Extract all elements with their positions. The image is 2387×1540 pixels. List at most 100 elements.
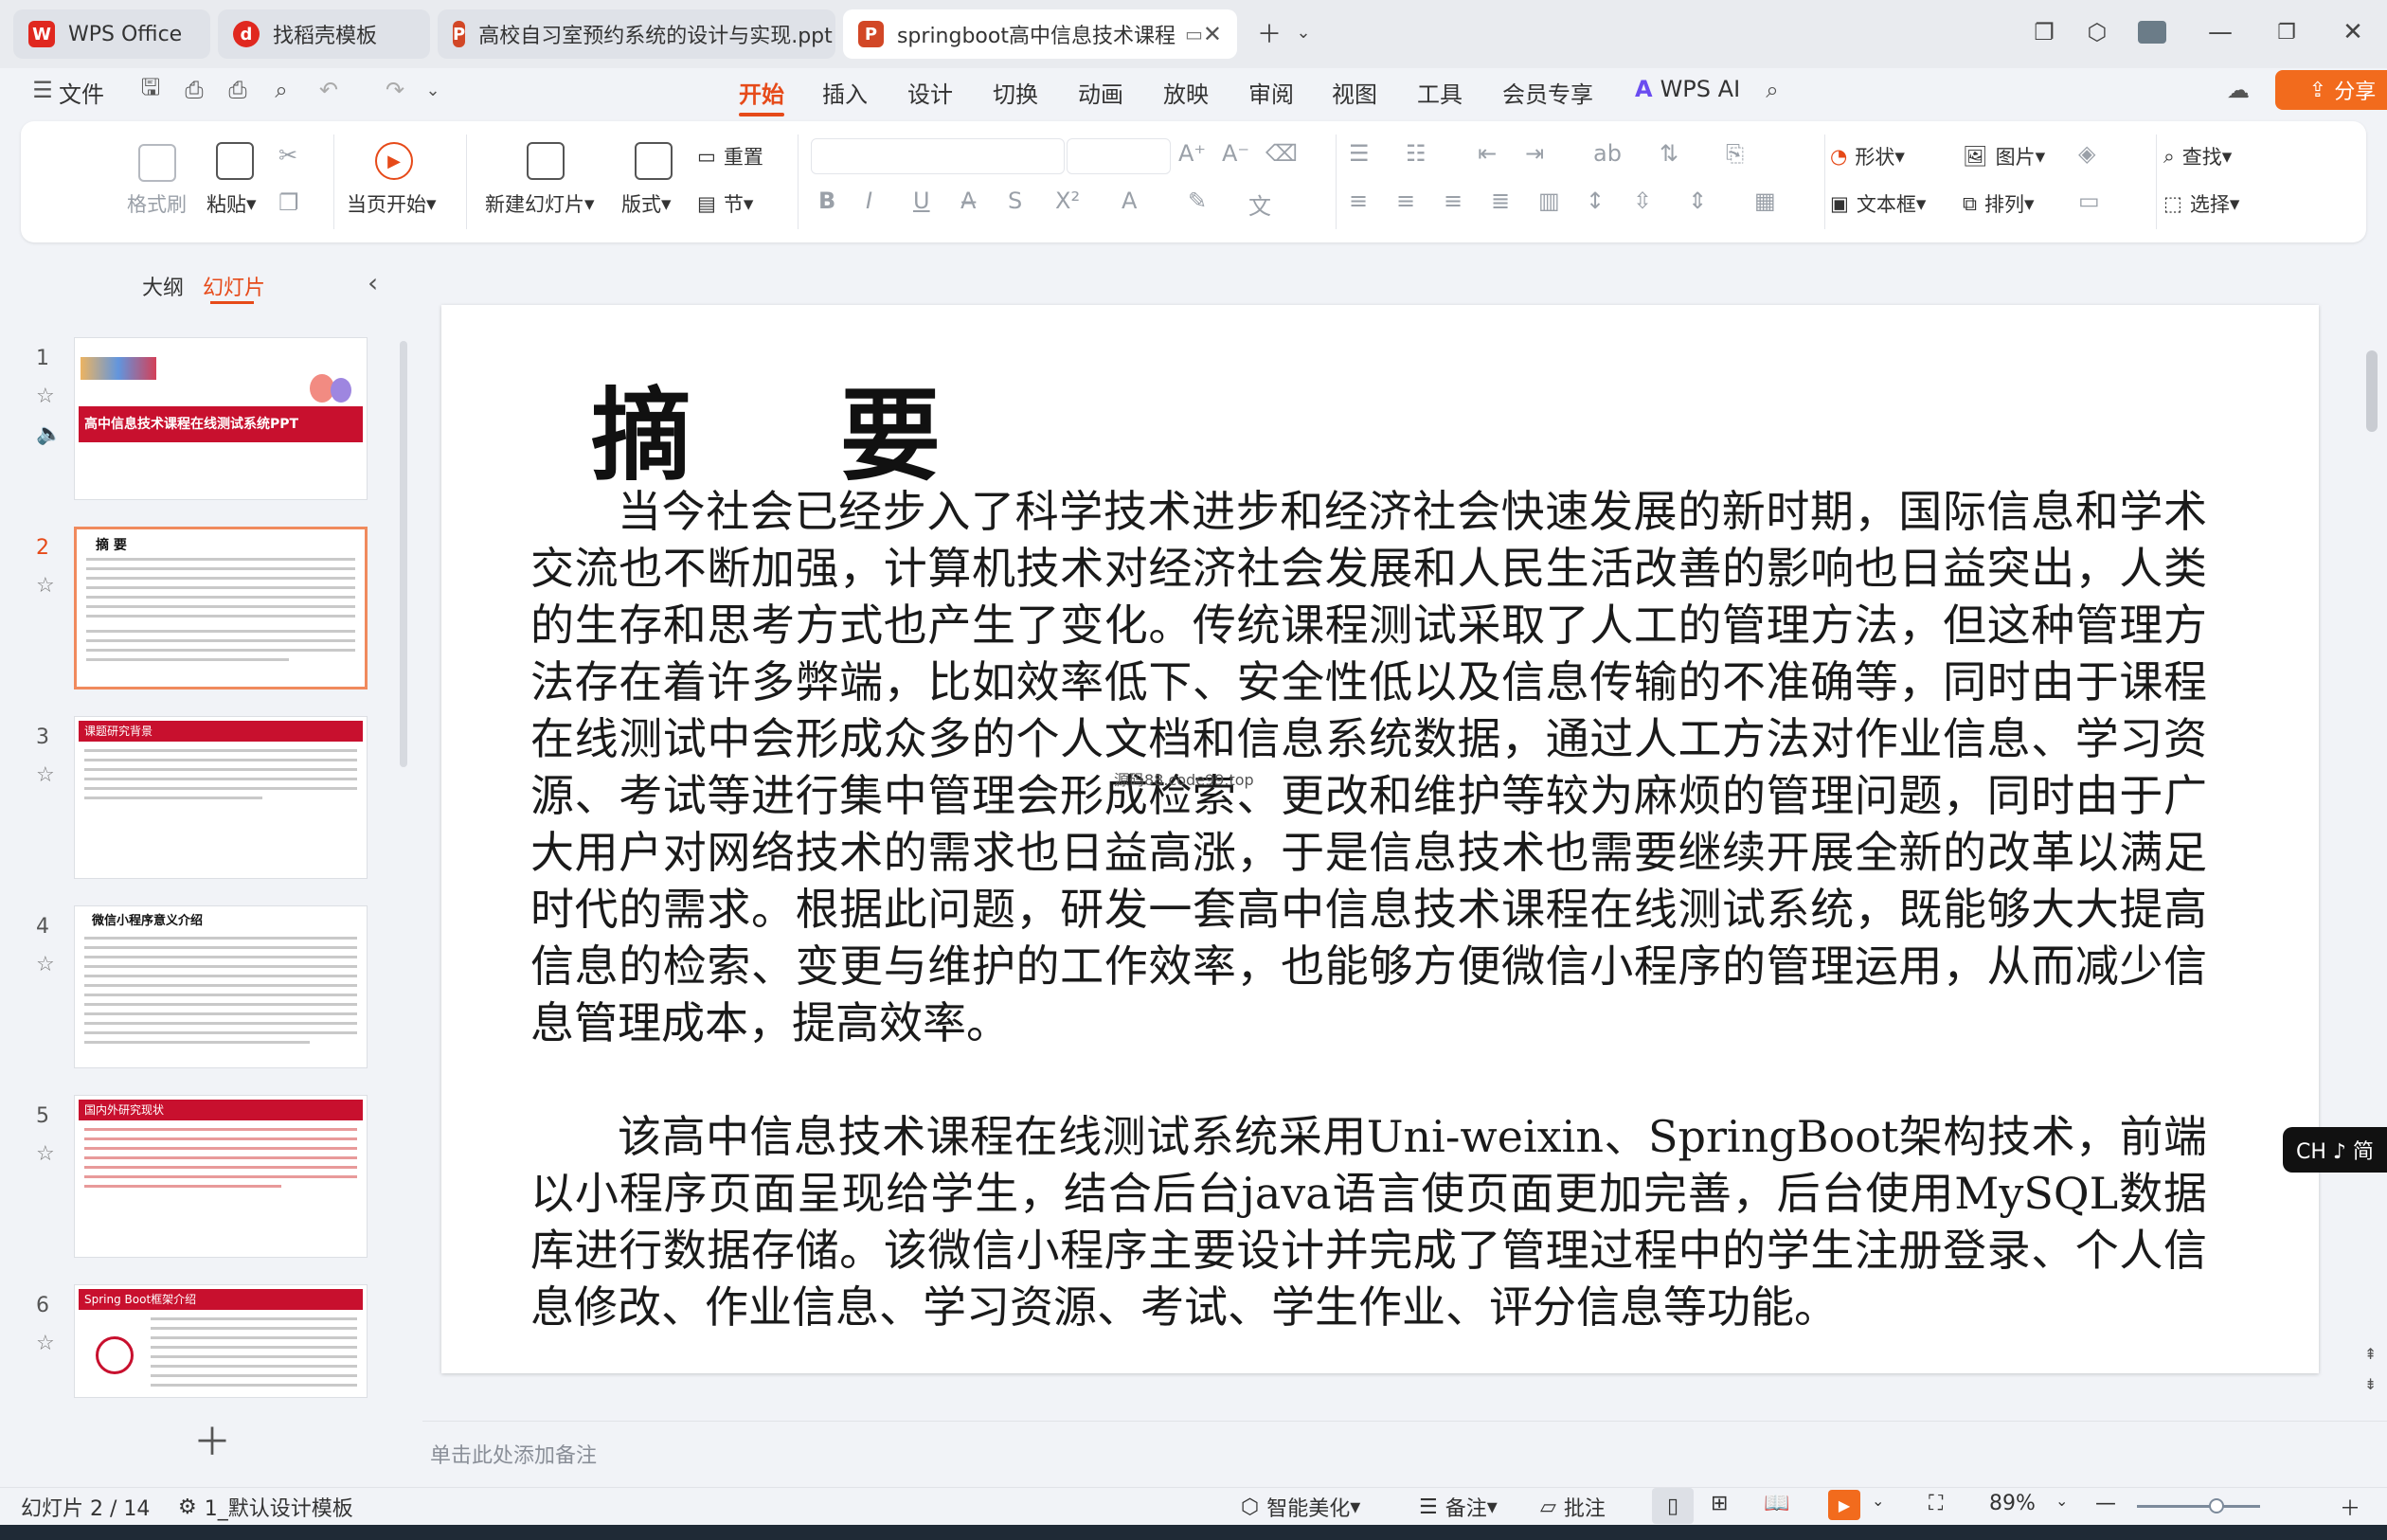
slide-scrollbar[interactable]	[2366, 350, 2378, 432]
italic-icon[interactable]: I	[866, 188, 872, 214]
tab-wps-office[interactable]: W WPS Office	[13, 9, 210, 59]
zoom-menu-icon[interactable]: ⌄	[2055, 1492, 2068, 1510]
tab-design[interactable]: 设计	[907, 76, 953, 109]
format-painter-button[interactable]: 格式刷	[127, 189, 187, 218]
share-button[interactable]: ⇪ 分享	[2275, 70, 2387, 110]
chevron-down-icon[interactable]: ⌄	[1284, 13, 1322, 51]
clear-format-icon[interactable]: ⌫	[1265, 140, 1298, 167]
window-list-icon[interactable]: ❐	[2025, 13, 2063, 51]
next-slide-icon[interactable]: ⇟	[2364, 1375, 2377, 1393]
cloud-upload-icon[interactable]: ☁	[2222, 74, 2254, 106]
new-tab-icon[interactable]: ＋	[1250, 13, 1288, 51]
star-icon[interactable]: ☆	[36, 385, 55, 408]
tab-ppt-1[interactable]: P 高校自习室预约系统的设计与实现.ppt	[438, 9, 835, 59]
notes-button[interactable]: ☰ 备注 ▾	[1419, 1492, 1498, 1522]
fill-icon[interactable]: ◈	[2078, 140, 2095, 167]
superscript-icon[interactable]: X²	[1055, 188, 1080, 214]
export-icon[interactable]: ⎙	[178, 74, 210, 106]
ime-indicator[interactable]: CH ♪ 简	[2283, 1127, 2387, 1173]
zoom-slider-track[interactable]	[2137, 1505, 2260, 1508]
tab-ppt-active[interactable]: P springboot高中信息技术课程 ▭ ✕	[843, 9, 1237, 59]
fit-window-icon[interactable]: ⛶	[1929, 1492, 1943, 1515]
arrange-button[interactable]: ⧉ 排列 ▾	[1963, 189, 2035, 218]
play-from-current-button[interactable]: 当页开始 ▾	[347, 189, 437, 218]
phonetic-icon[interactable]: 文	[1248, 188, 1271, 221]
file-menu[interactable]: 文件	[59, 76, 104, 109]
star-icon[interactable]: ☆	[36, 574, 55, 598]
shape-button[interactable]: ◔ 形状 ▾	[1830, 142, 1905, 170]
sorter-view-icon[interactable]: ⊞	[1711, 1492, 1728, 1515]
tab-transition[interactable]: 切换	[993, 76, 1038, 109]
picture-button[interactable]: 🖼 图片 ▾	[1963, 142, 2045, 170]
cut-icon[interactable]: ✂	[278, 142, 297, 169]
find-button[interactable]: ⌕ 查找 ▾	[2163, 142, 2232, 170]
columns-icon[interactable]: ▦	[1754, 188, 1776, 214]
tab-insert[interactable]: 插入	[822, 76, 868, 109]
print-preview-icon[interactable]: ⌕	[265, 74, 297, 106]
highlight-icon[interactable]: ✎	[1188, 188, 1207, 214]
align-center-icon[interactable]: ≡	[1396, 188, 1415, 214]
numbering-icon[interactable]: ☷	[1406, 140, 1427, 167]
close-window-icon[interactable]: ✕	[2334, 13, 2372, 51]
reading-view-icon[interactable]: 📖	[1764, 1492, 1789, 1515]
zoom-in-icon[interactable]: ＋	[2340, 1492, 2360, 1522]
bullets-icon[interactable]: ☰	[1349, 140, 1370, 167]
slide-canvas[interactable]: 摘 要 当今社会已经步入了科学技术进步和经济社会快速发展的新时期，国际信息和学术…	[441, 305, 2319, 1373]
text-direction-icon[interactable]: ⇅	[1660, 140, 1678, 167]
outline-icon[interactable]: ▭	[2078, 188, 2100, 214]
zoom-slider-thumb[interactable]	[2209, 1498, 2224, 1513]
textbox-button[interactable]: ▣ 文本框 ▾	[1830, 189, 1926, 218]
add-slide-icon[interactable]: ＋	[193, 1411, 231, 1466]
font-color-icon[interactable]: A	[1122, 188, 1137, 214]
bold-icon[interactable]: B	[818, 188, 835, 214]
comment-button[interactable]: ▱ 批注	[1540, 1492, 1606, 1522]
cube-icon[interactable]: ⬡	[2078, 13, 2116, 51]
star-icon[interactable]: ☆	[36, 763, 55, 787]
avatar[interactable]	[2133, 13, 2171, 51]
smart-beautify-button[interactable]: ⬡ 智能美化 ▾	[1241, 1492, 1360, 1522]
close-tab-icon[interactable]: ✕	[1203, 21, 1222, 47]
tab-tools[interactable]: 工具	[1417, 76, 1463, 109]
prev-slide-icon[interactable]: ⇞	[2364, 1345, 2377, 1363]
vertical-align-icon[interactable]: ⇕	[1688, 188, 1707, 214]
new-slide-button[interactable]: 新建幻灯片 ▾	[485, 189, 595, 218]
search-icon[interactable]: ⌕	[1756, 74, 1788, 106]
copy-icon[interactable]: ❐	[278, 189, 299, 216]
paste-button[interactable]: 粘贴 ▾	[206, 189, 257, 218]
abstract-paragraph-2[interactable]: 该高中信息技术课程在线测试系统采用Uni-weixin、SpringBoot架构…	[530, 1108, 2207, 1335]
undo-icon[interactable]: ↶	[313, 74, 345, 106]
speaker-icon[interactable]: 🔈	[36, 422, 62, 446]
distributed-icon[interactable]: ▥	[1538, 188, 1560, 214]
play-slideshow-button[interactable]: ▶	[1828, 1490, 1860, 1520]
tab-home[interactable]: 开始	[739, 76, 784, 116]
select-button[interactable]: ⬚ 选择 ▾	[2163, 189, 2239, 218]
collapse-panel-icon[interactable]: ‹	[368, 267, 378, 298]
zoom-level[interactable]: 89%	[1989, 1492, 2036, 1515]
tab-member[interactable]: 会员专享	[1502, 76, 1593, 109]
tab-slides[interactable]: 幻灯片	[203, 271, 265, 301]
restore-icon[interactable]: ❐	[2268, 13, 2306, 51]
tab-docer[interactable]: d 找稻壳模板	[218, 9, 430, 59]
chevron-down-icon[interactable]: ⌄	[1872, 1492, 1884, 1510]
print-icon[interactable]: ⎙	[222, 74, 254, 106]
justify-icon[interactable]: ≣	[1491, 188, 1510, 214]
notes-pane[interactable]: 单击此处添加备注	[422, 1421, 2387, 1482]
minimize-icon[interactable]: —	[2201, 13, 2239, 51]
star-icon[interactable]: ☆	[36, 1332, 55, 1355]
redo-icon[interactable]: ↷	[379, 74, 411, 106]
char-spacing-icon[interactable]: ab	[1593, 140, 1622, 167]
slide-thumbnail-1[interactable]: 高中信息技术课程在线测试系统PPT	[74, 337, 368, 500]
tab-slideshow[interactable]: 放映	[1163, 76, 1209, 109]
increase-indent-icon[interactable]: ⇥	[1525, 140, 1544, 167]
tab-review[interactable]: 审阅	[1248, 76, 1294, 109]
tab-animation[interactable]: 动画	[1078, 76, 1123, 109]
convert-smartart-icon[interactable]: ⎘	[1726, 140, 1744, 167]
star-icon[interactable]: ☆	[36, 1142, 55, 1166]
template-button[interactable]: ⚙ 1_默认设计模板	[178, 1492, 353, 1522]
slide-title[interactable]: 摘 要	[591, 354, 997, 500]
align-left-icon[interactable]: ≡	[1349, 188, 1368, 214]
hamburger-icon[interactable]: ☰	[27, 74, 59, 106]
decrease-indent-icon[interactable]: ⇤	[1478, 140, 1497, 167]
save-icon[interactable]: 🖫	[135, 74, 167, 106]
font-size-select[interactable]	[1067, 138, 1171, 174]
